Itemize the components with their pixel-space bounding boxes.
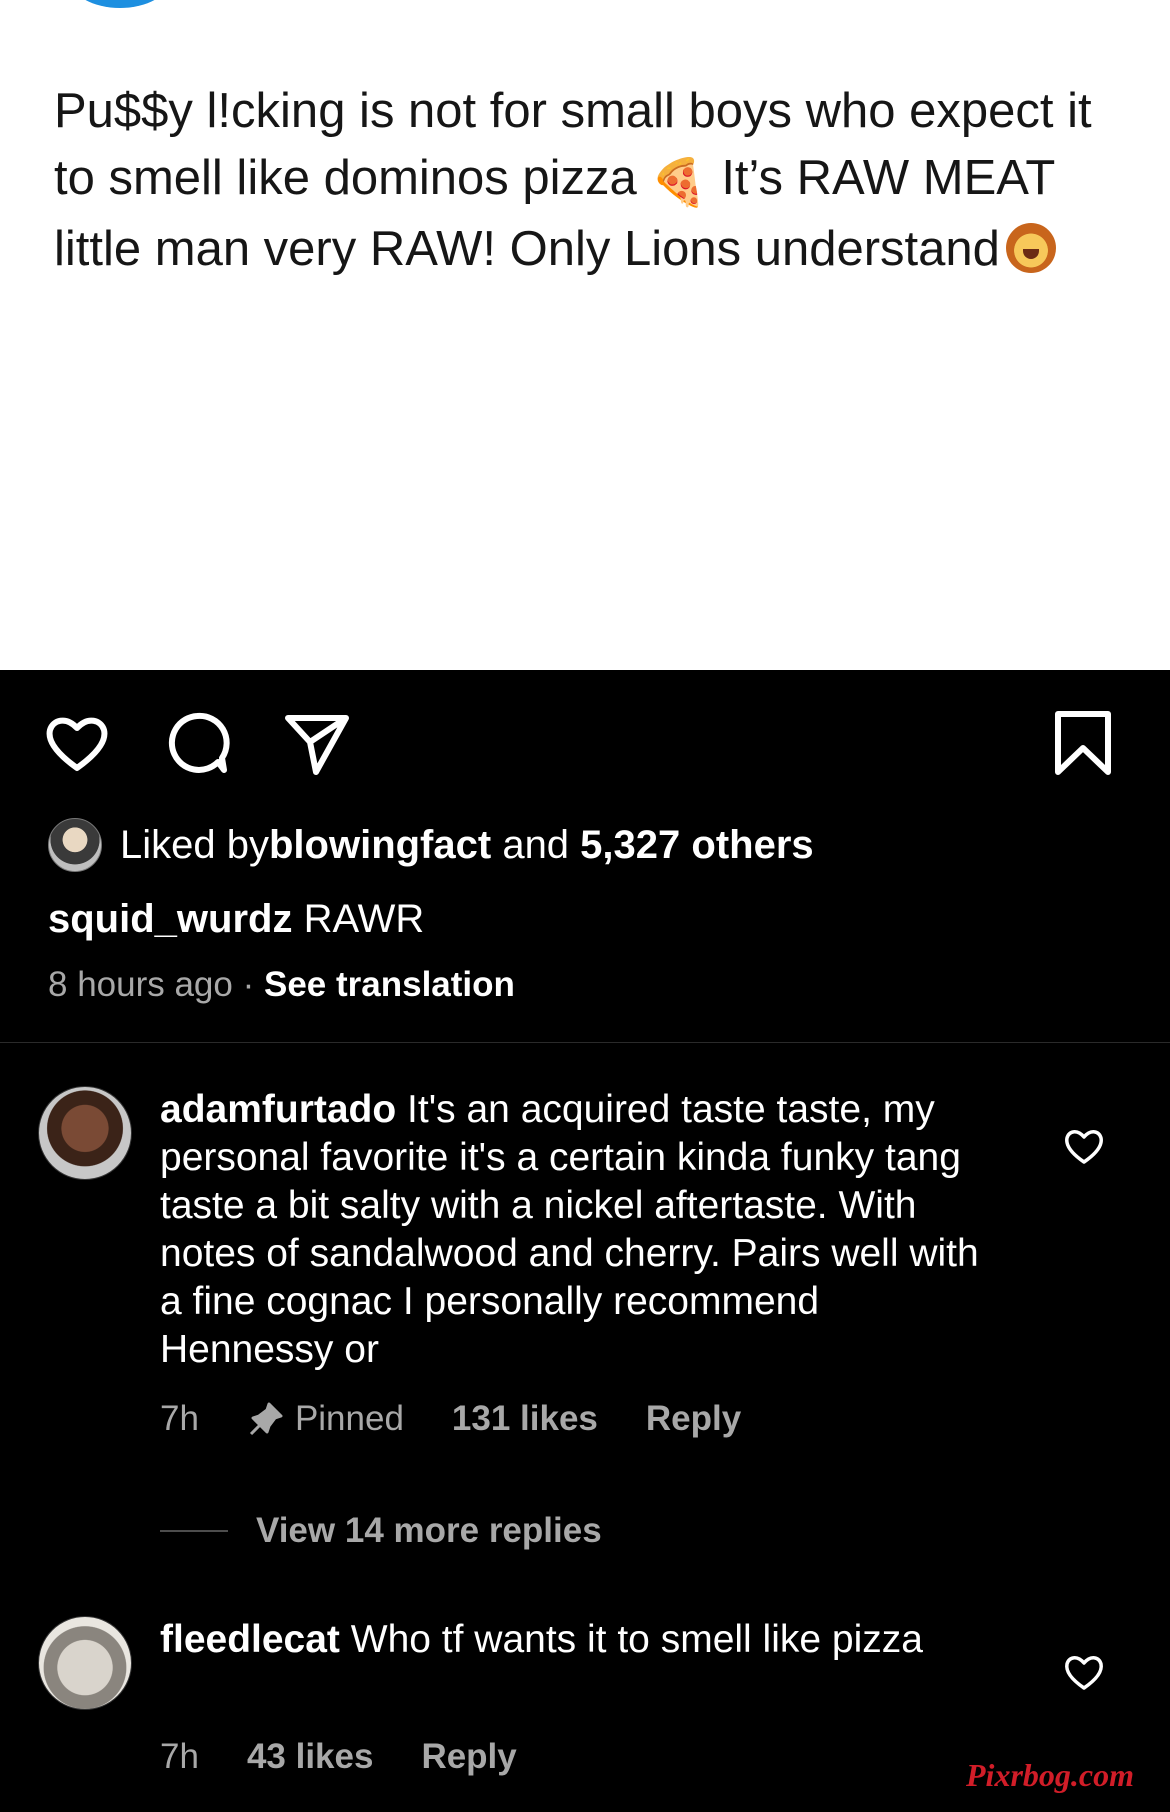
watermark-text: Pixrbog.com bbox=[966, 1757, 1134, 1793]
post-meta: 8 hours ago · See translation bbox=[48, 955, 515, 1015]
pinned-label: Pinned bbox=[247, 1394, 404, 1444]
comment-body: adamfurtado It's an acquired taste taste… bbox=[160, 1086, 990, 1374]
commenter-avatar[interactable] bbox=[38, 1616, 132, 1710]
liked-by-row[interactable]: Liked by blowingfact and 5,327 others bbox=[48, 815, 1148, 875]
comment-likes[interactable]: 131 likes bbox=[452, 1394, 598, 1444]
divider bbox=[0, 1042, 1170, 1043]
share-send-icon[interactable] bbox=[282, 708, 352, 778]
post-author-avatar[interactable] bbox=[70, 0, 170, 8]
liked-count[interactable]: 5,327 others bbox=[580, 815, 813, 875]
comment-like-heart-icon[interactable] bbox=[1062, 1124, 1106, 1168]
liked-middle: and bbox=[491, 823, 581, 867]
comment-meta: 7h Pinned 131 likes Reply bbox=[160, 1394, 789, 1444]
liked-prefix: Liked by bbox=[120, 823, 269, 867]
like-heart-icon[interactable] bbox=[42, 708, 112, 778]
pinned-text: Pinned bbox=[294, 1399, 404, 1438]
comment-time: 7h bbox=[160, 1737, 199, 1776]
reply-button[interactable]: Reply bbox=[646, 1394, 741, 1444]
lion-face-icon bbox=[1005, 223, 1056, 273]
view-more-text: View 14 more replies bbox=[256, 1511, 602, 1550]
comment-body: fleedlecat Who tf wants it to smell like… bbox=[160, 1616, 990, 1664]
liker-avatar[interactable] bbox=[48, 818, 102, 872]
pizza-emoji: 🍕 bbox=[650, 156, 708, 208]
view-more-replies[interactable]: View 14 more replies bbox=[160, 1506, 602, 1556]
liked-user[interactable]: blowingfact bbox=[269, 815, 491, 875]
comment-meta: 7h 43 likes Reply bbox=[160, 1732, 565, 1782]
comment-user[interactable]: adamfurtado bbox=[160, 1088, 396, 1131]
comment-time: 7h bbox=[160, 1399, 199, 1438]
post-card: Pu$$y l!cking is not for small boys who … bbox=[0, 0, 1170, 670]
see-translation-link[interactable]: See translation bbox=[264, 965, 515, 1004]
pin-icon bbox=[249, 1402, 283, 1436]
comment-likes[interactable]: 43 likes bbox=[247, 1732, 374, 1782]
reply-button[interactable]: Reply bbox=[421, 1732, 516, 1782]
meta-dot: · bbox=[232, 965, 264, 1004]
comment-text: Who tf wants it to smell like pizza bbox=[339, 1618, 923, 1661]
replies-line bbox=[160, 1530, 228, 1532]
bookmark-icon[interactable] bbox=[1048, 708, 1118, 778]
comment-like-heart-icon[interactable] bbox=[1062, 1650, 1106, 1694]
post-actions bbox=[0, 708, 1170, 778]
post-time: 8 hours ago bbox=[48, 965, 233, 1004]
caption-user[interactable]: squid_wurdz bbox=[48, 897, 292, 941]
commenter-avatar[interactable] bbox=[38, 1086, 132, 1180]
comment-bubble-icon[interactable] bbox=[162, 708, 232, 778]
comment-user[interactable]: fleedlecat bbox=[160, 1618, 340, 1661]
post-caption: squid_wurdz RAWR bbox=[48, 889, 424, 949]
caption-text: RAWR bbox=[292, 897, 425, 941]
post-text: Pu$$y l!cking is not for small boys who … bbox=[54, 78, 1124, 283]
